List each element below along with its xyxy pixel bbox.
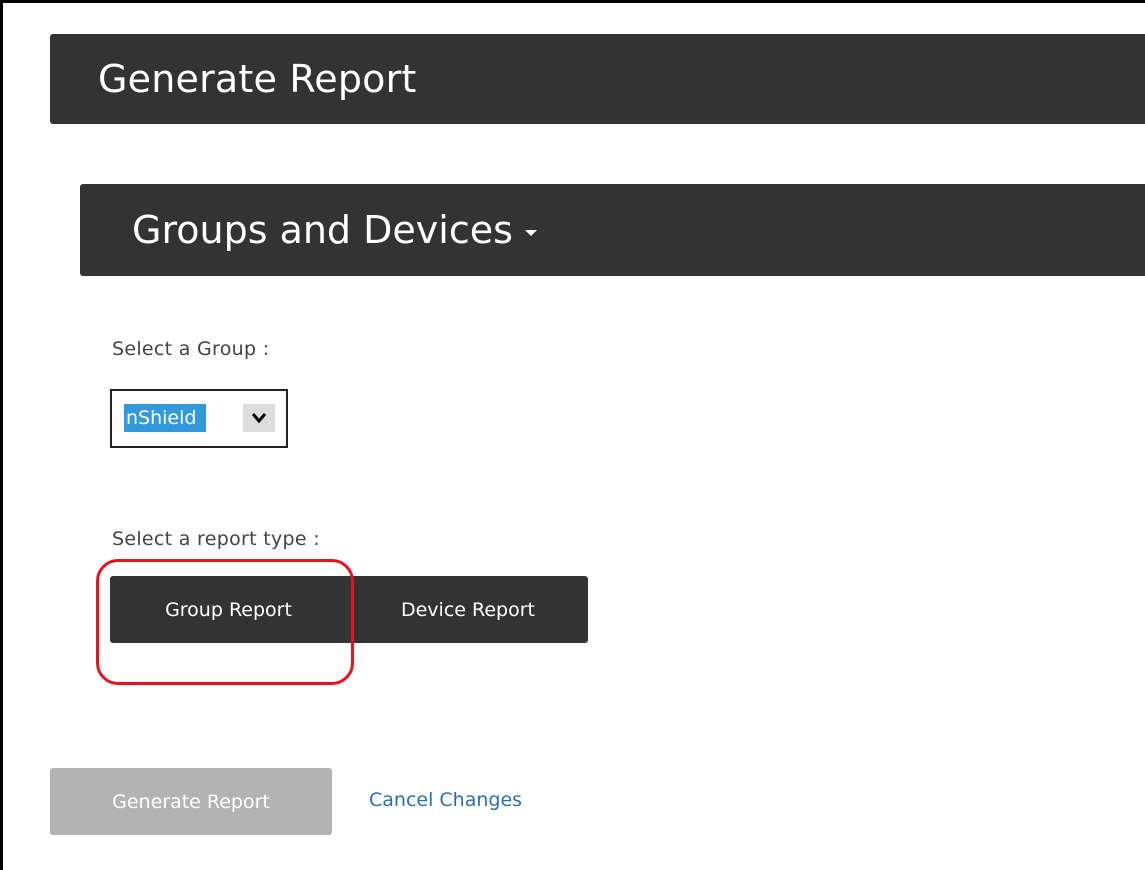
select-group-label: Select a Group : [112, 338, 270, 360]
page-title: Generate Report [98, 57, 417, 101]
section-title: Groups and Devices [132, 208, 513, 252]
page-header: Generate Report [50, 34, 1145, 124]
cancel-changes-link[interactable]: Cancel Changes [369, 789, 522, 811]
caret-down-icon [524, 230, 537, 236]
chevron-down-icon[interactable] [243, 404, 275, 432]
groups-devices-section-toggle[interactable]: Groups and Devices [80, 184, 1145, 276]
device-report-button[interactable]: Device Report [347, 576, 588, 643]
select-report-type-label: Select a report type : [112, 528, 320, 550]
group-select[interactable]: nShield [110, 389, 288, 448]
report-type-button-group: Group Report Device Report [110, 576, 588, 643]
group-report-button[interactable]: Group Report [110, 576, 347, 643]
generate-report-button[interactable]: Generate Report [50, 768, 332, 835]
group-select-value: nShield [124, 404, 207, 432]
